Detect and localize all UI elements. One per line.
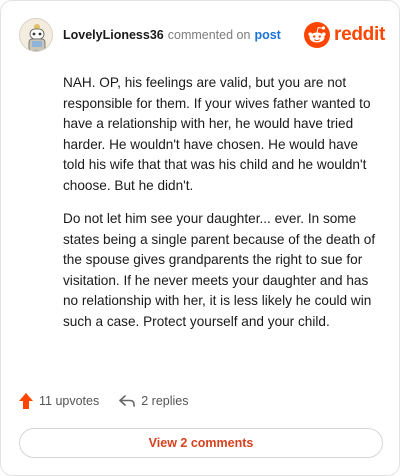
comment-body: NAH. OP, his feelings are valid, but you… [63,73,383,345]
upvote-arrow-icon[interactable] [19,393,33,409]
post-link[interactable]: post [254,28,280,42]
upvote-group[interactable]: 11 upvotes [19,393,99,409]
username[interactable]: LovelyLioness36 [63,28,164,42]
comment-card: LovelyLioness36 commented on post reddit… [0,0,400,476]
reddit-logo-icon [304,22,331,48]
reddit-wordmark: reddit [334,24,385,45]
user-avatar[interactable] [19,18,53,52]
comment-paragraph: Do not let him see your daughter... ever… [63,211,376,330]
comment-meta: LovelyLioness36 commented on post [63,28,281,42]
upvote-count: 11 upvotes [39,394,100,408]
replies-group[interactable]: 2 replies [119,394,188,408]
comment-header: LovelyLioness36 commented on post reddit [19,15,385,55]
reddit-brand[interactable]: reddit [304,22,385,48]
snoo-avatar-icon [20,19,52,51]
replies-count: 2 replies [141,394,189,408]
comment-paragraph: NAH. OP, his feelings are valid, but you… [63,75,371,193]
view-comments-button[interactable]: View 2 comments [19,428,383,458]
comment-footer: 11 upvotes 2 replies [19,393,188,409]
action-text: commented on [167,28,251,42]
reply-arrow-icon [119,395,136,407]
